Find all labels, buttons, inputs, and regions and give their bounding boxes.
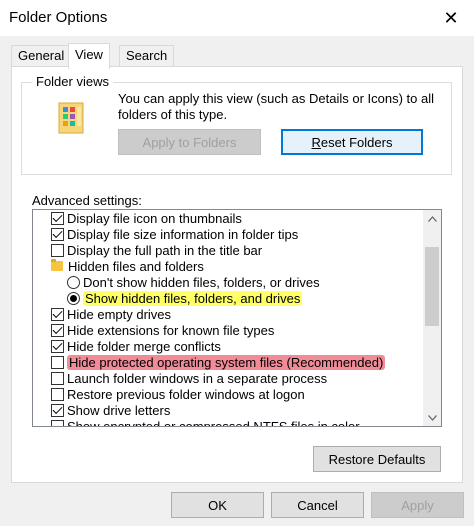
checkbox-checked[interactable] bbox=[51, 227, 64, 241]
radio-selected[interactable] bbox=[67, 291, 80, 305]
settings-row[interactable]: Hide folder merge conflicts bbox=[33, 338, 423, 354]
settings-row[interactable]: Hide extensions for known file types bbox=[33, 322, 423, 338]
radio[interactable] bbox=[67, 275, 80, 289]
settings-row[interactable]: Show drive letters bbox=[33, 402, 423, 418]
tab-view[interactable]: View bbox=[68, 43, 110, 69]
checkbox[interactable] bbox=[51, 355, 64, 369]
settings-row[interactable]: Hide empty drives bbox=[33, 306, 423, 322]
folder-views-label: Folder views bbox=[32, 74, 113, 89]
folder-icon bbox=[51, 259, 63, 271]
checkbox-checked[interactable] bbox=[51, 339, 64, 353]
settings-row-label: Hide folder merge conflicts bbox=[67, 338, 221, 354]
settings-row[interactable]: Restore previous folder windows at logon bbox=[33, 386, 423, 402]
cancel-button[interactable]: Cancel bbox=[271, 492, 364, 518]
settings-row[interactable]: Display file icon on thumbnails bbox=[33, 210, 423, 226]
apply-to-folders-button[interactable]: Apply to Folders bbox=[118, 129, 261, 155]
settings-row[interactable]: Hide protected operating system files (R… bbox=[33, 354, 423, 370]
advanced-settings-list: Display file icon on thumbnails Display f… bbox=[33, 210, 423, 427]
advanced-settings-tree[interactable]: Display file icon on thumbnails Display f… bbox=[32, 209, 442, 427]
settings-row-label: Show hidden files, folders, and drives bbox=[83, 290, 303, 306]
checkbox-checked[interactable] bbox=[51, 323, 64, 337]
checkbox-checked[interactable] bbox=[51, 211, 64, 225]
title-bar: Folder Options ✕ bbox=[0, 0, 474, 36]
settings-row-label: Display file icon on thumbnails bbox=[67, 210, 242, 226]
restore-defaults-button[interactable]: Restore Defaults bbox=[313, 446, 441, 472]
ok-button[interactable]: OK bbox=[171, 492, 264, 518]
tree-scrollbar[interactable] bbox=[423, 210, 441, 426]
settings-row[interactable]: Display the full path in the title bar bbox=[33, 242, 423, 258]
settings-row[interactable]: Hidden files and folders bbox=[33, 258, 423, 274]
settings-row-label: Show encrypted or compressed NTFS files … bbox=[67, 418, 360, 427]
settings-row-label: Display file size information in folder … bbox=[67, 226, 299, 242]
tab-general[interactable]: General bbox=[11, 45, 72, 67]
settings-row-label: Don't show hidden files, folders, or dri… bbox=[83, 274, 320, 290]
scroll-up-icon[interactable] bbox=[423, 210, 441, 227]
advanced-settings-label: Advanced settings: bbox=[32, 193, 142, 208]
settings-row-label: Display the full path in the title bar bbox=[67, 242, 263, 258]
scroll-down-icon[interactable] bbox=[423, 409, 441, 426]
checkbox[interactable] bbox=[51, 387, 64, 401]
window-title: Folder Options bbox=[9, 9, 108, 26]
checkbox[interactable] bbox=[51, 419, 64, 426]
reset-folders-button[interactable]: Reset Folders bbox=[281, 129, 423, 155]
checkbox-checked[interactable] bbox=[51, 403, 64, 417]
folder-views-icon bbox=[58, 102, 84, 134]
settings-row-label: Hidden files and folders bbox=[68, 258, 204, 274]
tab-search[interactable]: Search bbox=[119, 45, 175, 67]
settings-row[interactable]: Show encrypted or compressed NTFS files … bbox=[33, 418, 423, 427]
settings-row-label: Launch folder windows in a separate proc… bbox=[67, 370, 328, 386]
checkbox[interactable] bbox=[51, 371, 64, 385]
checkbox[interactable] bbox=[51, 243, 64, 257]
settings-row-label: Hide protected operating system files (R… bbox=[67, 354, 386, 370]
settings-row-label: Hide empty drives bbox=[67, 306, 172, 322]
scroll-thumb[interactable] bbox=[425, 247, 439, 326]
apply-button[interactable]: Apply bbox=[371, 492, 464, 518]
settings-row[interactable]: Launch folder windows in a separate proc… bbox=[33, 370, 423, 386]
close-icon[interactable]: ✕ bbox=[428, 0, 474, 36]
settings-row[interactable]: Show hidden files, folders, and drives bbox=[33, 290, 423, 306]
settings-row[interactable]: Display file size information in folder … bbox=[33, 226, 423, 242]
reset-folders-label-rest: eset Folders bbox=[320, 134, 393, 150]
settings-row[interactable]: Don't show hidden files, folders, or dri… bbox=[33, 274, 423, 290]
reset-folders-mnemonic: R bbox=[311, 134, 321, 150]
settings-row-label: Hide extensions for known file types bbox=[67, 322, 275, 338]
settings-row-label: Restore previous folder windows at logon bbox=[67, 386, 305, 402]
folder-views-description: You can apply this view (such as Details… bbox=[118, 91, 435, 122]
checkbox-checked[interactable] bbox=[51, 307, 64, 321]
settings-row-label: Show drive letters bbox=[67, 402, 171, 418]
